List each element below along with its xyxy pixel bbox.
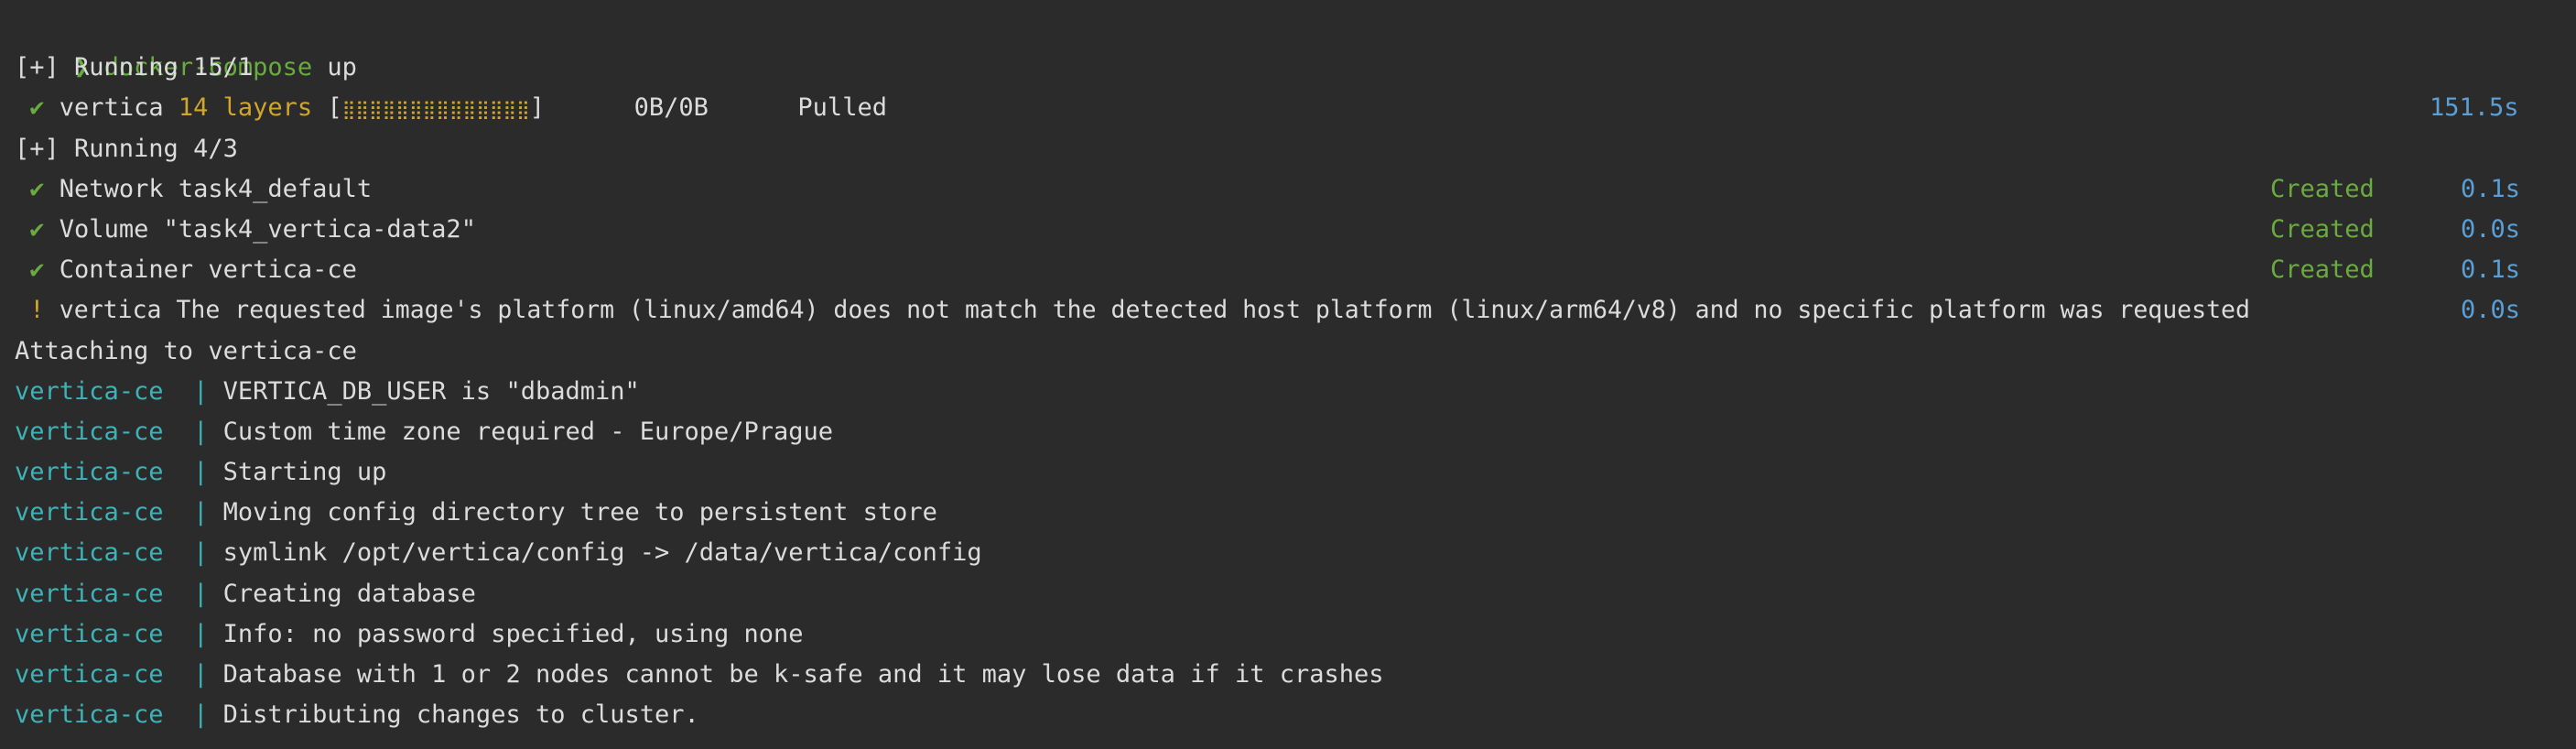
resource-time: 0.1s <box>2461 255 2521 285</box>
input-line[interactable] <box>0 735 2576 749</box>
image-name: vertica <box>59 93 164 123</box>
log-text: symlink /opt/vertica/config -> /data/ver… <box>222 538 982 568</box>
resource-line: ✔ Container vertica-ce Created 0.1s <box>0 250 2576 290</box>
log-text: Database with 1 or 2 nodes cannot be k-s… <box>222 660 1384 689</box>
terminal-window[interactable]: ❯ docker-compose up [+] Running 15/1 ✔ v… <box>0 0 2576 749</box>
log-line: vertica-ce | symlink /opt/vertica/config… <box>0 533 2576 573</box>
check-icon: ✔ <box>29 214 45 244</box>
resource-label: Container vertica-ce <box>59 255 357 285</box>
warning-line: ! vertica The requested image's platform… <box>0 290 2576 331</box>
container-prefix: vertica-ce | <box>15 498 209 527</box>
container-prefix: vertica-ce | <box>15 417 209 446</box>
log-line: vertica-ce | Starting up <box>0 452 2576 493</box>
check-icon: ✔ <box>29 255 45 285</box>
pull-line: ✔ vertica 14 layers [⣿⣿⣿⣿⣿⣿⣿⣿⣿⣿⣿⣿⣿⣿] 0B/… <box>0 88 2576 128</box>
log-line: vertica-ce | VERTICA_DB_USER is "dbadmin… <box>0 372 2576 412</box>
log-text: VERTICA_DB_USER is "dbadmin" <box>222 376 640 406</box>
progress-bar-close: ] <box>529 93 546 123</box>
container-prefix: vertica-ce | <box>15 538 209 568</box>
warning-text: vertica The requested image's platform (… <box>59 296 2250 325</box>
warning-icon: ! <box>29 296 45 325</box>
pull-size: 0B/0B <box>633 93 709 123</box>
log-line: vertica-ce | Moving config directory tre… <box>0 493 2576 533</box>
log-line: vertica-ce | Database with 1 or 2 nodes … <box>0 655 2576 695</box>
warning-time: 0.0s <box>2461 296 2521 325</box>
log-text: Custom time zone required - Europe/Pragu… <box>222 417 834 446</box>
running-header-1: [+] Running 15/1 <box>15 53 254 82</box>
resource-label: Network task4_default <box>59 174 373 203</box>
pull-time: 151.5s <box>2430 93 2519 123</box>
log-text: Info: no password specified, using none <box>222 619 804 648</box>
running-header-2: [+] Running 4/3 <box>15 134 238 163</box>
resource-time: 0.1s <box>2461 174 2521 203</box>
container-prefix: vertica-ce | <box>15 376 209 406</box>
container-prefix: vertica-ce | <box>15 458 209 487</box>
log-line: vertica-ce | Creating database <box>0 574 2576 614</box>
check-icon: ✔ <box>29 93 45 123</box>
log-text: Moving config directory tree to persiste… <box>222 498 937 527</box>
resource-status: Created <box>2270 255 2375 285</box>
resource-line: ✔ Volume "task4_vertica-data2" Created 0… <box>0 210 2576 250</box>
resource-status: Created <box>2270 214 2375 244</box>
log-line: vertica-ce | Custom time zone required -… <box>0 412 2576 452</box>
log-text: Starting up <box>222 458 387 487</box>
container-prefix: vertica-ce | <box>15 579 209 608</box>
log-text: Creating database <box>222 579 476 608</box>
resource-time: 0.0s <box>2461 214 2521 244</box>
pull-status: Pulled <box>797 93 887 123</box>
resource-status: Created <box>2270 174 2375 203</box>
resource-line: ✔ Network task4_default Created 0.1s <box>0 169 2576 210</box>
log-text: Distributing changes to cluster. <box>222 700 699 730</box>
check-icon: ✔ <box>29 174 45 203</box>
log-line: vertica-ce | Distributing changes to clu… <box>0 695 2576 735</box>
container-prefix: vertica-ce | <box>15 660 209 689</box>
progress-bar-open: [ <box>327 93 342 123</box>
container-prefix: vertica-ce | <box>15 619 209 648</box>
resource-label: Volume "task4_vertica-data2" <box>59 214 476 244</box>
progress-bar: ⣿⣿⣿⣿⣿⣿⣿⣿⣿⣿⣿⣿⣿⣿ <box>341 98 530 121</box>
container-prefix: vertica-ce | <box>15 700 209 730</box>
attaching-line: Attaching to vertica-ce <box>15 336 357 365</box>
log-line: vertica-ce | Info: no password specified… <box>0 614 2576 655</box>
layers-count: 14 layers <box>178 93 313 123</box>
command-line: ❯ docker-compose up <box>0 7 2576 81</box>
